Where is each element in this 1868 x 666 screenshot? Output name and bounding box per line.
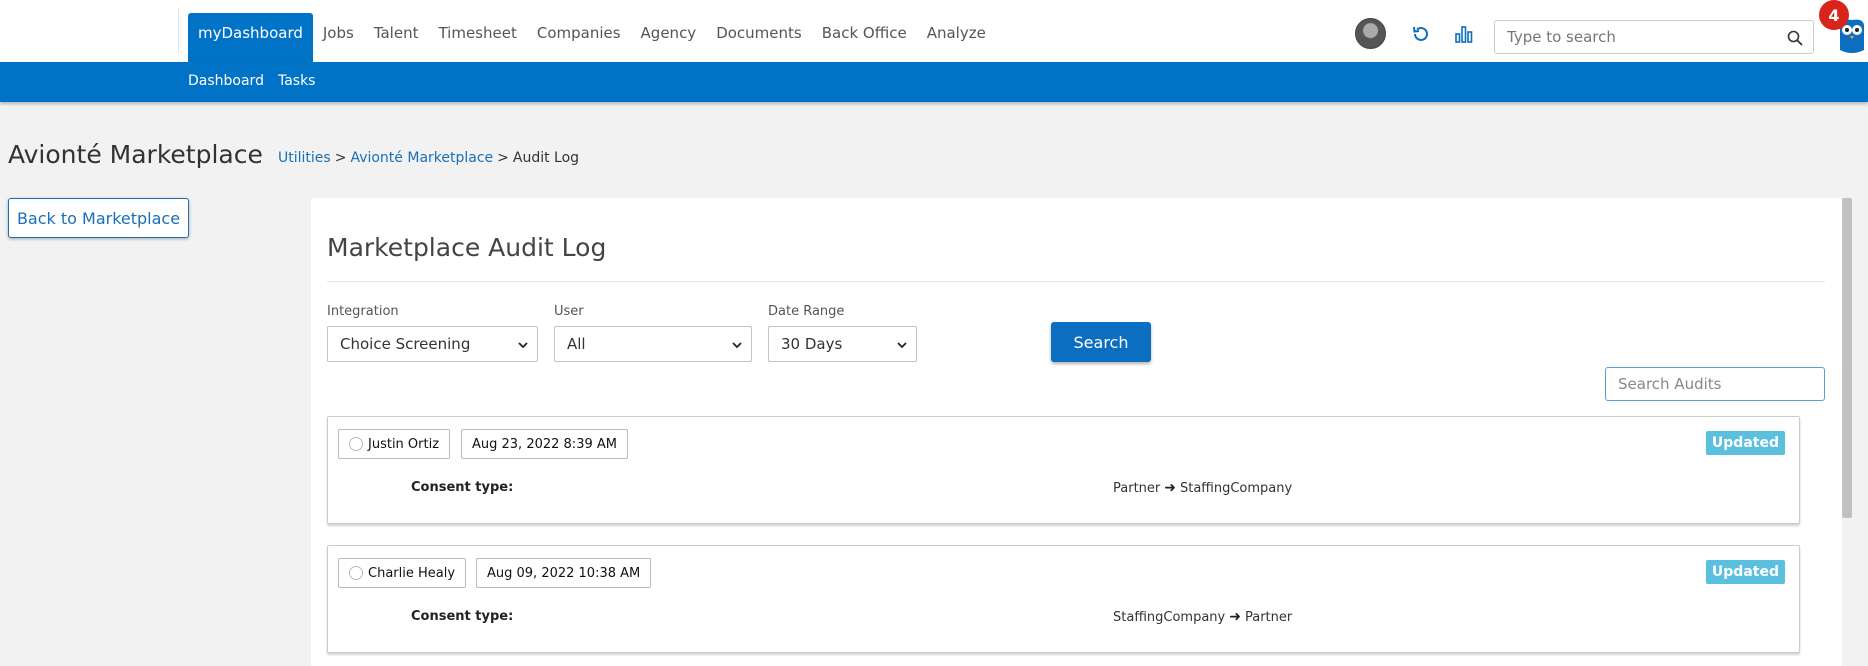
breadcrumb-marketplace[interactable]: Avionté Marketplace xyxy=(350,150,493,166)
audit-from: Partner xyxy=(1113,480,1161,496)
audit-user: Charlie Healy xyxy=(368,565,456,581)
main-nav: myDashboard Jobs Talent Timesheet Compan… xyxy=(188,13,996,62)
nav-item-analyze[interactable]: Analyze xyxy=(917,13,996,62)
user-label: User xyxy=(554,304,584,319)
refresh-icon[interactable] xyxy=(1411,24,1431,44)
nav-item-timesheet[interactable]: Timesheet xyxy=(428,13,526,62)
nav-item-talent[interactable]: Talent xyxy=(364,13,429,62)
sub-nav: Dashboard Tasks xyxy=(188,73,329,89)
page-title: Avionté Marketplace xyxy=(8,140,263,169)
audit-timestamp-chip: Aug 23, 2022 8:39 AM xyxy=(461,429,628,459)
status-badge: Updated xyxy=(1705,431,1785,455)
date-range-label: Date Range xyxy=(768,304,845,319)
audit-to: StaffingCompany xyxy=(1179,480,1293,496)
nav-item-jobs[interactable]: Jobs xyxy=(313,13,364,62)
nav-item-documents[interactable]: Documents xyxy=(706,13,812,62)
audit-field-label: Consent type: xyxy=(411,480,514,495)
integration-value: Choice Screening xyxy=(340,335,471,353)
user-select[interactable]: All xyxy=(554,326,752,362)
chevron-down-icon xyxy=(732,342,742,349)
breadcrumb-separator: > xyxy=(497,150,509,166)
audit-search-input[interactable] xyxy=(1606,368,1824,400)
date-range-select[interactable]: 30 Days xyxy=(768,326,917,362)
panel-scrollbar[interactable] xyxy=(1842,198,1852,518)
global-search-input[interactable] xyxy=(1495,21,1765,53)
audit-entry: Justin Ortiz Aug 23, 2022 8:39 AM Update… xyxy=(327,416,1800,524)
audit-change: StaffingCompany ➜ Partner xyxy=(1113,609,1292,625)
notification-badge[interactable]: 4 xyxy=(1819,0,1849,30)
audit-change: Partner ➜ StaffingCompany xyxy=(1113,480,1292,496)
chevron-down-icon xyxy=(518,342,528,349)
audit-entry: Charlie Healy Aug 09, 2022 10:38 AM Upda… xyxy=(327,545,1800,653)
integration-select[interactable]: Choice Screening xyxy=(327,326,538,362)
nav-item-companies[interactable]: Companies xyxy=(527,13,631,62)
panel-title: Marketplace Audit Log xyxy=(327,233,607,262)
sub-navbar: Dashboard Tasks xyxy=(0,62,1868,102)
breadcrumb-utilities[interactable]: Utilities xyxy=(278,150,331,166)
date-range-value: 30 Days xyxy=(781,335,843,353)
nav-item-back-office[interactable]: Back Office xyxy=(812,13,917,62)
nav-item-mydashboard[interactable]: myDashboard xyxy=(188,13,313,62)
audit-user: Justin Ortiz xyxy=(368,436,440,452)
back-to-marketplace-button[interactable]: Back to Marketplace xyxy=(8,198,189,238)
arrow-right-icon: ➜ xyxy=(1229,609,1241,625)
top-navbar: myDashboard Jobs Talent Timesheet Compan… xyxy=(0,0,1868,62)
user-status-icon xyxy=(349,437,363,451)
integration-label: Integration xyxy=(327,304,399,319)
audit-log-panel: Marketplace Audit Log Integration Choice… xyxy=(311,198,1842,666)
subnav-item-tasks[interactable]: Tasks xyxy=(278,73,316,89)
analytics-icon[interactable] xyxy=(1454,24,1474,44)
audit-field-label: Consent type: xyxy=(411,609,514,624)
audit-user-chip: Charlie Healy xyxy=(338,558,467,588)
search-icon[interactable] xyxy=(1787,30,1803,46)
audit-from: StaffingCompany xyxy=(1113,609,1226,625)
subnav-item-dashboard[interactable]: Dashboard xyxy=(188,73,264,89)
arrow-right-icon: ➜ xyxy=(1164,480,1176,496)
chevron-down-icon xyxy=(897,342,907,349)
audit-timestamp: Aug 23, 2022 8:39 AM xyxy=(472,436,617,452)
status-badge: Updated xyxy=(1705,560,1785,584)
audit-search xyxy=(1605,367,1825,401)
user-avatar[interactable] xyxy=(1355,18,1386,49)
search-button[interactable]: Search xyxy=(1051,322,1151,362)
audit-timestamp: Aug 09, 2022 10:38 AM xyxy=(487,565,641,581)
global-search xyxy=(1494,20,1814,54)
navbar-divider xyxy=(178,8,179,54)
audit-timestamp-chip: Aug 09, 2022 10:38 AM xyxy=(476,558,652,588)
audit-to: Partner xyxy=(1244,609,1293,625)
user-status-icon xyxy=(349,566,363,580)
breadcrumb-separator: > xyxy=(334,150,347,166)
user-value: All xyxy=(567,335,586,353)
breadcrumb: Utilities > Avionté Marketplace > Audit Log xyxy=(278,150,579,166)
audit-user-chip: Justin Ortiz xyxy=(338,429,451,459)
breadcrumb-current: Audit Log xyxy=(512,150,580,166)
panel-divider xyxy=(327,281,1825,282)
nav-item-agency[interactable]: Agency xyxy=(631,13,707,62)
